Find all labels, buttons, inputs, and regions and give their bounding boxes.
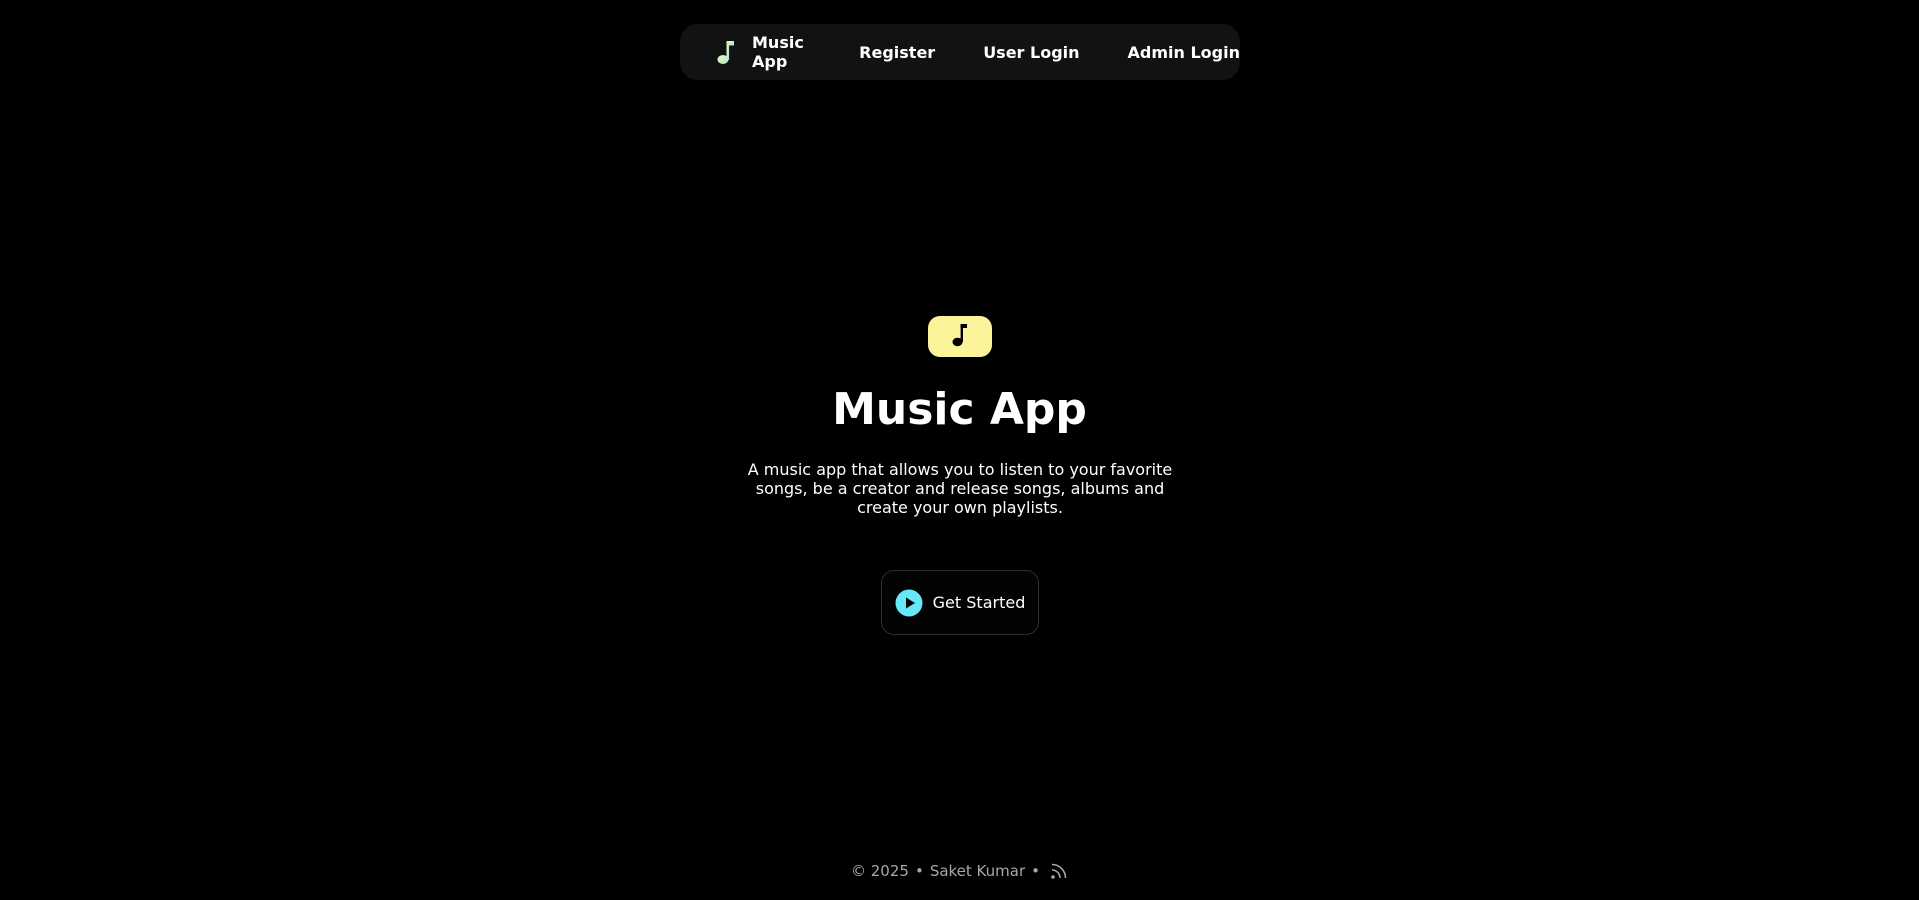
hero-title: Music App [832,384,1087,435]
footer-separator: • [914,862,924,880]
get-started-label: Get Started [932,593,1026,612]
author-name: Saket Kumar [929,862,1026,880]
hero-logo-badge [928,316,992,357]
brand-label: Music App [752,33,804,71]
copyright-text: © 2025 [851,862,909,880]
register-link[interactable]: Register [859,43,935,62]
landing-page: Music App Register User Login Admin Logi… [0,0,1919,900]
user-login-link[interactable]: User Login [983,43,1079,62]
music-note-icon [716,38,736,66]
rss-icon[interactable] [1050,862,1068,880]
brand-link[interactable]: Music App [716,33,811,71]
admin-login-link[interactable]: Admin Login [1128,43,1240,62]
play-circle-icon [895,589,923,617]
music-note-icon [951,322,969,352]
footer: © 2025 • Saket Kumar • [0,862,1919,880]
hero-description: A music app that allows you to listen to… [747,460,1173,517]
navbar: Music App Register User Login Admin Logi… [680,24,1240,80]
footer-separator: • [1031,862,1040,880]
get-started-button[interactable]: Get Started [881,570,1039,635]
